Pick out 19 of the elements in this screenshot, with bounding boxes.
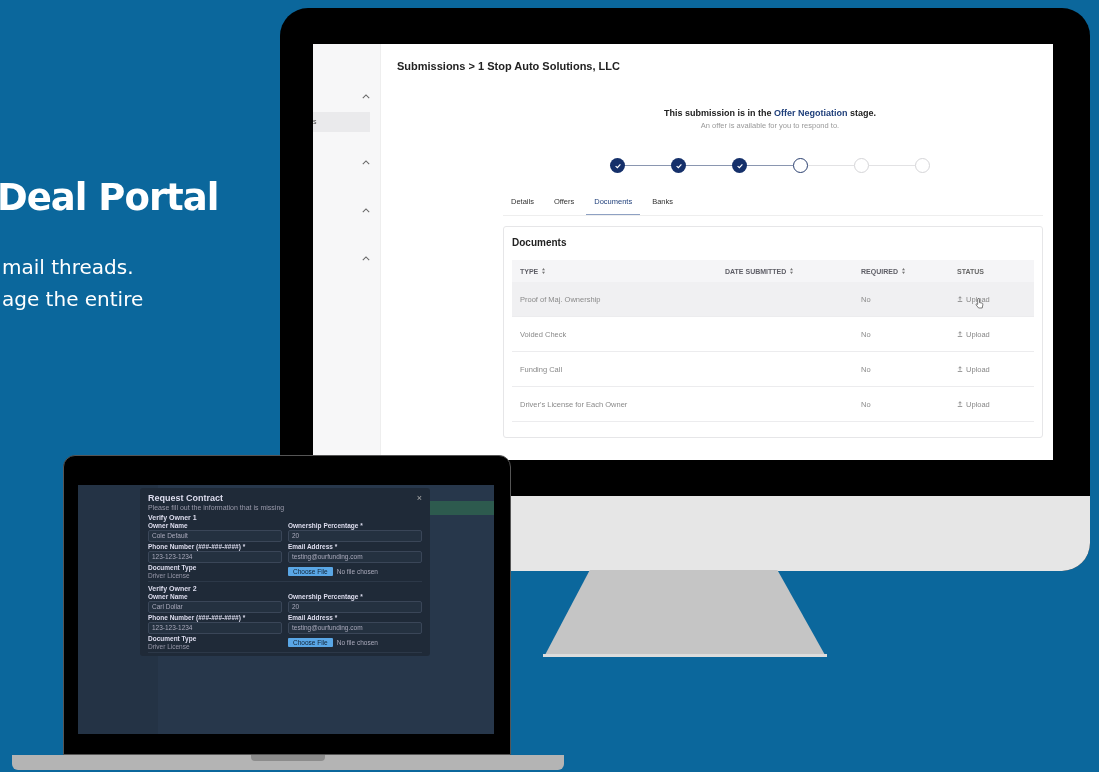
card-title: Documents [512, 237, 568, 248]
chevron-icon[interactable] [362, 208, 370, 213]
upload-icon [957, 366, 963, 372]
modal-title: Request Contract [148, 493, 223, 503]
breadcrumb: Submissions > 1 Stop Auto Solutions, LLC [397, 60, 621, 72]
chevron-icon[interactable] [362, 94, 370, 99]
upload-icon [957, 401, 963, 407]
chevron-icon[interactable] [362, 160, 370, 165]
stage-message: This submission is in the Offer Negotiation stage. [662, 108, 877, 118]
sort-icon[interactable] [901, 268, 905, 274]
hero-text: mail threads. [2, 254, 135, 281]
sort-icon[interactable] [542, 268, 546, 274]
hero-title: Deal Portal [0, 176, 219, 219]
upload-icon [957, 331, 963, 337]
chevron-icon[interactable] [362, 256, 370, 261]
sort-icon[interactable] [790, 268, 794, 274]
close-button[interactable]: × [416, 493, 422, 503]
hero-text: age the entire [2, 286, 145, 313]
upload-icon [957, 296, 963, 302]
